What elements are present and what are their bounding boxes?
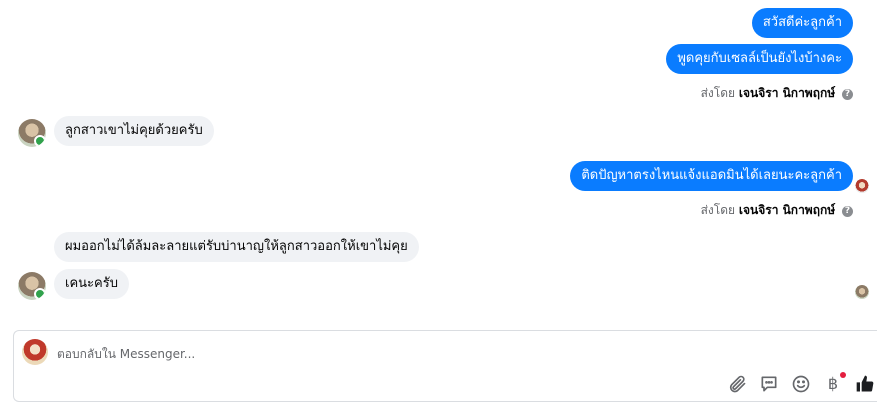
help-icon[interactable]: ? xyxy=(842,206,853,217)
message-bubble-incoming[interactable]: เคนะครับ xyxy=(54,269,129,299)
sender-name: เจนจิรา นิกาพฤกษ์ xyxy=(738,86,836,100)
paperclip-icon xyxy=(729,375,746,393)
chat-bubble-icon xyxy=(761,376,777,392)
message-bubble-outgoing[interactable]: พูดคุยกับเซลล์เป็นยังไงบ้างคะ xyxy=(666,44,853,74)
saved-replies-button[interactable] xyxy=(759,374,779,394)
sent-by-prefix: ส่งโดย xyxy=(700,203,736,217)
reply-composer: ฿ xyxy=(13,330,877,402)
online-status-dot xyxy=(34,135,46,147)
smiley-icon xyxy=(792,375,810,393)
payment-button[interactable]: ฿ xyxy=(823,372,846,394)
seen-receipt-avatar xyxy=(855,179,869,193)
notification-dot xyxy=(840,372,846,378)
attachment-button[interactable] xyxy=(727,374,747,394)
sender-name: เจนจิรา นิกาพฤกษ์ xyxy=(738,203,836,217)
online-status-dot xyxy=(34,288,46,300)
customer-avatar[interactable] xyxy=(18,272,46,300)
customer-avatar[interactable] xyxy=(18,119,46,147)
message-bubble-incoming[interactable]: ลูกสาวเขาไม่คุยด้วยครับ xyxy=(54,116,214,146)
sent-by-label: ส่งโดย เจนจิรา นิกาพฤกษ์ ? xyxy=(701,201,853,220)
emoji-button[interactable] xyxy=(791,374,811,394)
message-bubble-incoming[interactable]: ผมออกไม่ได้ล้มละลายแต่รับบ่านาญให้ลูกสาว… xyxy=(54,232,419,262)
like-button[interactable] xyxy=(855,374,875,394)
message-bubble-outgoing[interactable]: ติดปัญหาตรงไหนแจ้งแอดมินได้เลยนะคะลูกค้า xyxy=(570,161,853,191)
seen-receipt-avatar xyxy=(855,285,869,299)
sent-by-label: ส่งโดย เจนจิรา นิกาพฤกษ์ ? xyxy=(701,84,853,103)
sent-by-prefix: ส่งโดย xyxy=(700,86,736,100)
message-thread: สวัสดีค่ะลูกค้า พูดคุยกับเซลล์เป็นยังไงบ… xyxy=(0,0,877,322)
help-icon[interactable]: ? xyxy=(842,89,853,100)
reply-input[interactable] xyxy=(57,344,757,364)
page-avatar xyxy=(22,339,48,365)
message-bubble-outgoing[interactable]: สวัสดีค่ะลูกค้า xyxy=(751,8,853,38)
baht-icon: ฿ xyxy=(827,374,839,393)
thumbs-up-icon xyxy=(856,375,874,392)
